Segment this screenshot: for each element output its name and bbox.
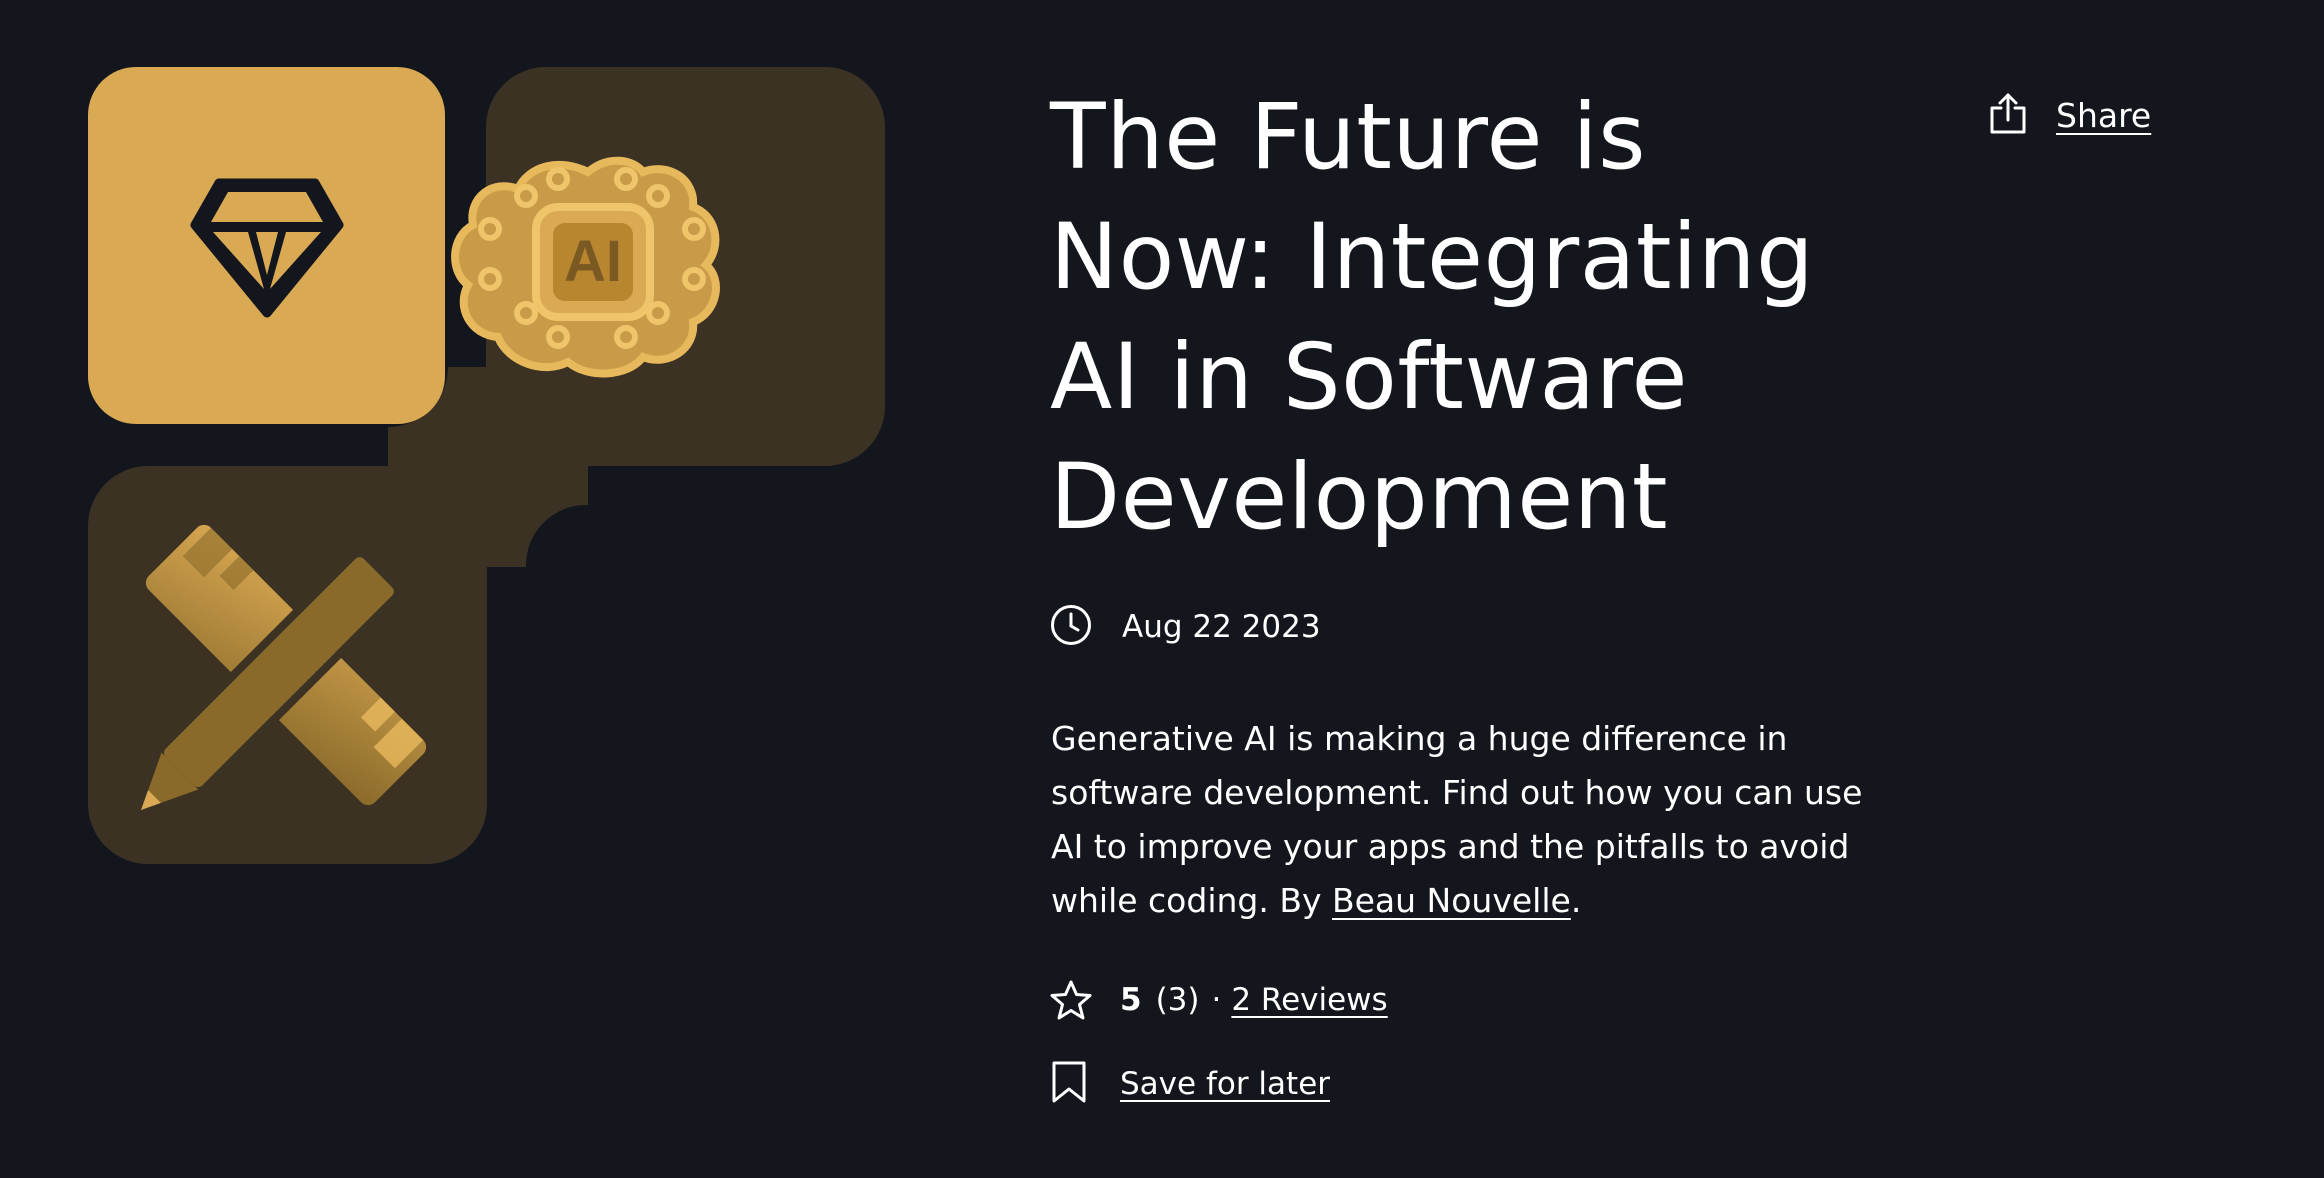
save-label: Save for later [1120,1066,1331,1102]
save-for-later-button[interactable]: Save for later [1050,1060,1330,1108]
article-title: The Future is Now: Integrating AI in Sof… [1050,85,1815,550]
rating-separator: · [1211,982,1222,1018]
article-page: AI The Future is Now: Integrating AI in … [0,0,2324,1178]
ai-chip-label: AI [564,229,622,294]
publish-date: Aug 22 2023 [1050,604,1321,650]
description-end: . [1570,881,1582,920]
share-label: Share [2056,95,2152,135]
article-description: Generative AI is making a huge differenc… [1051,712,1871,928]
hero-illustration: AI [88,67,885,864]
author-link[interactable]: Beau Nouvelle [1332,881,1571,920]
reviews-link[interactable]: 2 Reviews [1231,982,1387,1018]
share-button[interactable]: Share [1988,92,2151,138]
rating-count: (3) [1155,982,1200,1018]
clock-icon [1050,604,1092,650]
rating-score: 5 [1120,982,1142,1018]
star-icon [1050,980,1092,1020]
share-icon [1988,92,2028,138]
date-text: Aug 22 2023 [1122,609,1321,645]
bookmark-icon [1050,1060,1088,1108]
rating-row: 5 (3) · 2 Reviews [1050,980,1388,1020]
